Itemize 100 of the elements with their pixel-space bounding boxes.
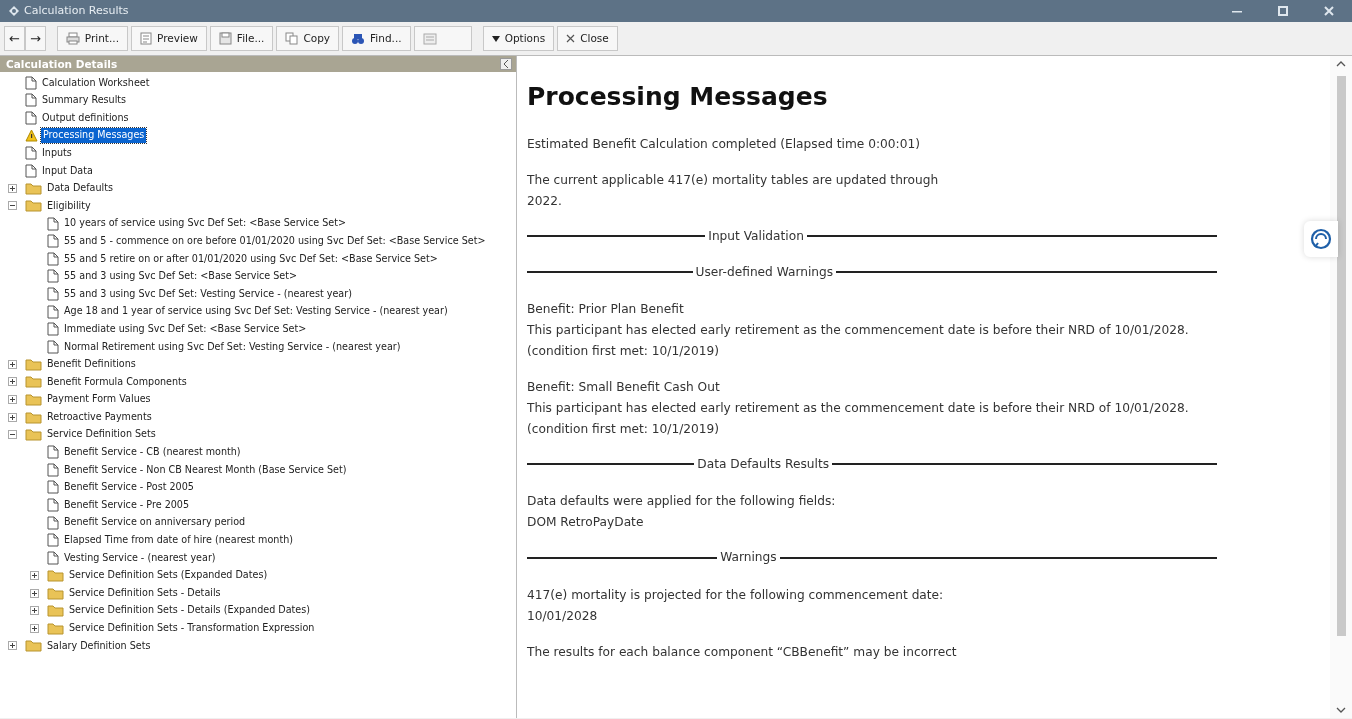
- folder-icon: [25, 393, 42, 406]
- plus-icon: [9, 642, 16, 650]
- folder-icon: [25, 357, 42, 371]
- app-icon: [8, 5, 20, 17]
- assistant-button[interactable]: [1304, 221, 1338, 257]
- tree-item[interactable]: 55 and 3 using Svc Def Set: Vesting Service - (nearest year): [62, 286, 354, 302]
- tree-item[interactable]: 10 years of service using Svc Def Set: <Base Service Set>: [62, 216, 348, 231]
- expander-toggle[interactable]: [8, 377, 17, 387]
- tree-folder[interactable]: Benefit Formula Components: [45, 374, 189, 390]
- tree-item[interactable]: Input Data: [40, 163, 95, 178]
- chat-icon: [1310, 228, 1332, 250]
- scroll-up-icon[interactable]: [1336, 60, 1346, 68]
- tree-folder[interactable]: Data Defaults: [45, 181, 115, 196]
- expander-toggle[interactable]: [8, 201, 17, 211]
- expander-toggle[interactable]: [8, 641, 17, 651]
- tree-item[interactable]: 55 and 5 - commence on ore before 01/01/2020 using Svc Def Set: <Base Service Set>: [62, 233, 488, 249]
- tree-item[interactable]: Benefit Service - Pre 2005: [62, 497, 192, 513]
- warning-icon: [25, 129, 38, 143]
- message-text: (condition first met: 10/1/2019): [527, 343, 721, 361]
- folder-icon: [47, 621, 64, 635]
- close-button[interactable]: Close: [557, 26, 618, 51]
- section-heading: User-defined Warnings: [695, 263, 834, 281]
- options-button[interactable]: Options: [482, 26, 555, 51]
- tree-item[interactable]: Age 18 and 1 year of service using Svc Def Set: Vesting Service - (nearest year): [62, 304, 450, 319]
- expander-toggle[interactable]: [30, 570, 39, 580]
- document-icon: [47, 498, 59, 513]
- tree-item[interactable]: Benefit Service - Post 2005: [62, 480, 196, 495]
- message-text: Data defaults were applied for the following fields:: [527, 493, 837, 511]
- tree-folder[interactable]: Eligibility: [45, 198, 93, 214]
- tree-item[interactable]: Elapsed Time from date of hire (nearest month): [62, 533, 295, 548]
- tree-folder[interactable]: Benefit Definitions: [45, 357, 138, 372]
- review-icon: [422, 32, 437, 45]
- tree-item[interactable]: 55 and 5 retire on or after 01/01/2020 using Svc Def Set: <Base Service Set>: [62, 251, 440, 266]
- tree-item[interactable]: Normal Retirement using Svc Def Set: Vesting Service - (nearest year): [62, 339, 403, 354]
- folder-icon: [25, 639, 42, 653]
- message-text: The results for each balance component “CBBenefit” may be incorrect: [527, 643, 958, 661]
- forward-button[interactable]: →: [24, 26, 46, 51]
- tree-item[interactable]: Processing Messages: [41, 128, 147, 143]
- plus-icon: [9, 378, 16, 386]
- close-icon: [566, 34, 576, 43]
- tree-folder[interactable]: Salary Definition Sets: [45, 638, 153, 653]
- scroll-down-icon[interactable]: [1336, 706, 1346, 714]
- tree-folder[interactable]: Retroactive Payments: [45, 409, 154, 425]
- document-icon: [140, 32, 152, 45]
- tree-item[interactable]: Calculation Worksheet: [40, 75, 152, 90]
- message-text: This participant has elected early retirement as the commencement date is before their NRD of 10/01/2028.: [527, 322, 1190, 340]
- scrollbar-thumb[interactable]: [1336, 76, 1346, 636]
- tree-folder[interactable]: Service Definition Sets - Details (Expanded Dates): [67, 603, 312, 618]
- plus-icon: [31, 624, 38, 632]
- folder-icon: [47, 604, 64, 618]
- preview-button[interactable]: Preview: [131, 26, 207, 51]
- tree-folder[interactable]: Service Definition Sets - Transformation Expression: [67, 621, 317, 636]
- tree-item[interactable]: Immediate using Svc Def Set: <Base Service Set>: [62, 321, 309, 337]
- tree-folder[interactable]: Service Definition Sets: [45, 427, 158, 442]
- tree-item[interactable]: Benefit Service - Non CB Nearest Month (Base Service Set): [62, 462, 349, 478]
- tree-folder[interactable]: Service Definition Sets - Details: [67, 585, 223, 601]
- binoculars-icon: [351, 32, 366, 45]
- message-text: Benefit: Prior Plan Benefit: [527, 301, 685, 319]
- collapse-button[interactable]: [500, 58, 512, 70]
- expander-toggle[interactable]: [8, 412, 17, 422]
- expander-toggle[interactable]: [8, 183, 17, 193]
- document-icon: [47, 286, 59, 301]
- restore-icon: [1278, 6, 1288, 16]
- folder-icon: [25, 410, 42, 424]
- back-button[interactable]: ←: [4, 26, 25, 51]
- tree-item[interactable]: Benefit Service on anniversary period: [62, 515, 248, 530]
- plus-icon: [31, 589, 38, 597]
- folder-icon: [25, 199, 42, 213]
- tree-item[interactable]: 55 and 3 using Svc Def Set: <Base Service Set>: [62, 269, 300, 284]
- plus-icon: [31, 571, 38, 579]
- message-text: 10/01/2028: [527, 607, 599, 625]
- close-icon: [1324, 6, 1334, 16]
- document-icon: [47, 322, 59, 337]
- tree-item[interactable]: Benefit Service - CB (nearest month): [62, 445, 243, 460]
- document-icon: [25, 75, 37, 90]
- expander-toggle[interactable]: [30, 623, 39, 633]
- document-icon: [47, 550, 59, 565]
- document-icon: [25, 93, 37, 108]
- message-text: DOM RetroPayDate: [527, 514, 645, 532]
- print-button[interactable]: Print...: [56, 26, 128, 51]
- document-icon: [47, 304, 59, 319]
- expander-toggle[interactable]: [8, 395, 17, 404]
- tree-folder[interactable]: Service Definition Sets (Expanded Dates): [67, 568, 270, 583]
- copy-button[interactable]: Copy: [276, 26, 340, 51]
- file-button[interactable]: File...: [209, 26, 274, 51]
- tree-item[interactable]: Inputs: [40, 145, 74, 161]
- tree-item[interactable]: Vesting Service - (nearest year): [62, 550, 218, 565]
- expander-toggle[interactable]: [30, 588, 39, 598]
- expander-toggle[interactable]: [30, 606, 39, 616]
- tree-item[interactable]: Output definitions: [40, 110, 131, 126]
- scrollbar[interactable]: [1330, 56, 1352, 718]
- tree-item[interactable]: Summary Results: [40, 93, 129, 108]
- tree-folder[interactable]: Payment Form Values: [45, 392, 153, 407]
- find-button[interactable]: Find...: [342, 26, 411, 51]
- section-heading: Warnings: [720, 549, 777, 567]
- expander-toggle[interactable]: [8, 359, 17, 369]
- expander-toggle[interactable]: [8, 430, 17, 440]
- message-text: 417(e) mortality is projected for the following commencement date:: [527, 586, 945, 604]
- plus-icon: [9, 413, 16, 421]
- document-icon: [47, 515, 59, 530]
